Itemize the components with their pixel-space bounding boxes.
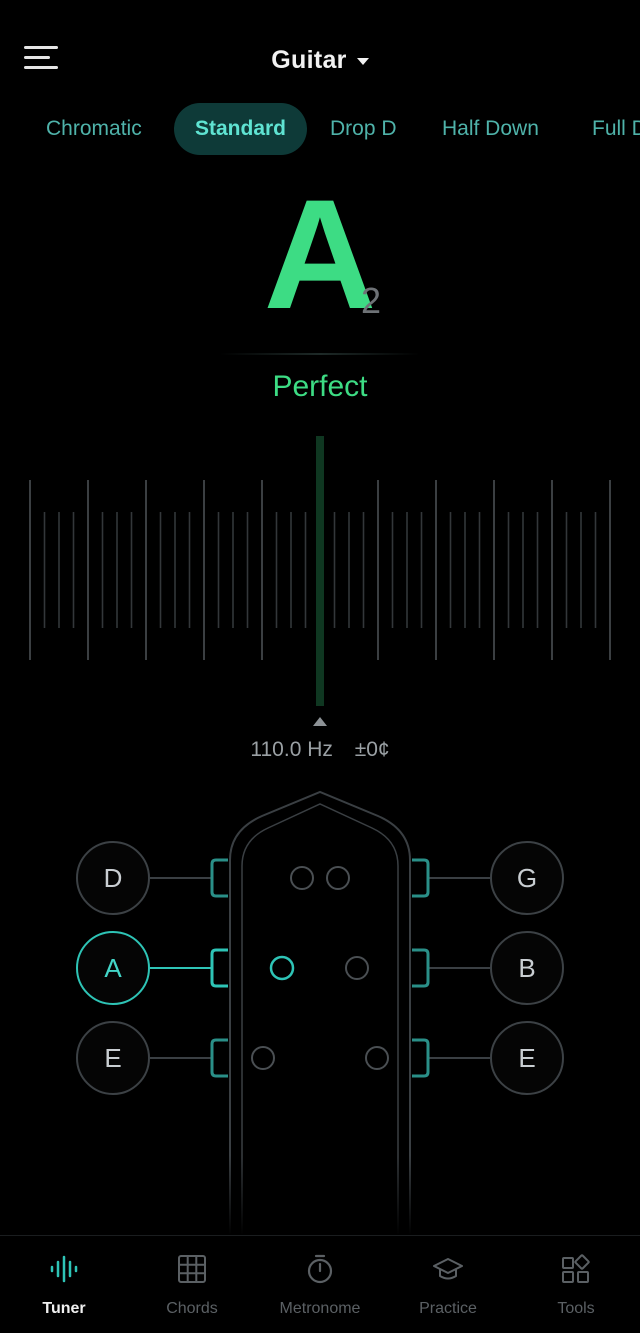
note-octave: 2 bbox=[361, 280, 382, 321]
caret-down-icon bbox=[356, 57, 369, 65]
string-button-d[interactable]: D bbox=[76, 841, 150, 915]
nav-metronome[interactable]: Metronome bbox=[256, 1236, 384, 1333]
string-button-g[interactable]: G bbox=[490, 841, 564, 915]
nav-label: Tools bbox=[557, 1300, 595, 1317]
string-button-a[interactable]: A bbox=[76, 931, 150, 1005]
headstock-inner-outline bbox=[241, 803, 399, 1235]
nav-practice[interactable]: Practice bbox=[384, 1236, 512, 1333]
instrument-label: Guitar bbox=[271, 45, 347, 74]
bottom-navigation: Tuner Chords Metronome Practice Tools bbox=[0, 1235, 640, 1333]
frequency-readout: 110.0 Hz ±0¢ bbox=[0, 738, 640, 762]
tab-chromatic[interactable]: Chromatic bbox=[46, 103, 142, 155]
instrument-selector[interactable]: Guitar bbox=[0, 40, 640, 80]
nav-label: Tuner bbox=[42, 1300, 86, 1317]
cents-meter bbox=[29, 436, 611, 726]
tab-full-down[interactable]: Full Down bbox=[592, 103, 640, 155]
nav-chords[interactable]: Chords bbox=[128, 1236, 256, 1333]
widgets-icon bbox=[562, 1254, 590, 1283]
tuning-status: Perfect bbox=[272, 370, 368, 403]
nav-tuner[interactable]: Tuner bbox=[0, 1236, 128, 1333]
divider bbox=[220, 353, 420, 355]
tuning-tabs: Chromatic Standard Drop D Half Down Full… bbox=[0, 103, 640, 155]
headstock-outline bbox=[229, 790, 411, 1235]
nav-label: Metronome bbox=[279, 1300, 361, 1317]
grid-icon bbox=[178, 1255, 206, 1283]
string-button-e-low[interactable]: E bbox=[76, 1021, 150, 1095]
nav-label: Practice bbox=[419, 1300, 477, 1317]
frequency-value: 110.0 Hz bbox=[250, 738, 333, 761]
note-display: A 2 bbox=[0, 168, 640, 342]
nav-label: Chords bbox=[166, 1300, 218, 1317]
nav-tools[interactable]: Tools bbox=[512, 1236, 640, 1333]
tab-drop-d[interactable]: Drop D bbox=[330, 103, 397, 155]
waveform-icon bbox=[50, 1255, 78, 1283]
center-pointer-icon bbox=[313, 717, 327, 726]
string-button-b[interactable]: B bbox=[490, 931, 564, 1005]
tab-half-down[interactable]: Half Down bbox=[442, 103, 539, 155]
graduation-cap-icon bbox=[433, 1258, 463, 1280]
string-button-e-high[interactable]: E bbox=[490, 1021, 564, 1095]
cents-value: ±0¢ bbox=[354, 738, 390, 761]
note-letter: A bbox=[263, 168, 377, 342]
tab-standard[interactable]: Standard bbox=[174, 103, 308, 155]
stopwatch-icon bbox=[307, 1254, 333, 1284]
